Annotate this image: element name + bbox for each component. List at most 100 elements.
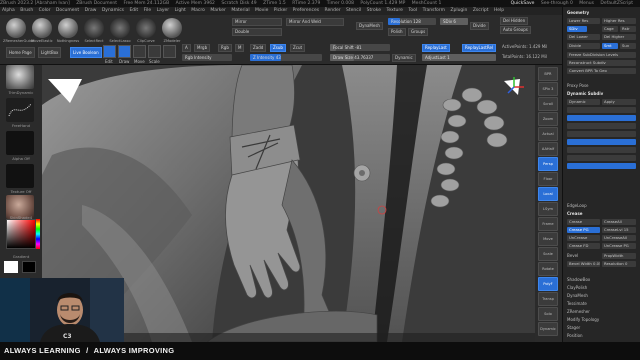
menu-file[interactable]: File [144, 8, 152, 13]
del-lower-button[interactable]: Del Lower [567, 34, 600, 40]
lightbox-button[interactable]: LightBox [38, 47, 62, 58]
dynamic-subdiv-header[interactable]: Dynamic Subdiv [567, 91, 637, 97]
menu-layer[interactable]: Layer [157, 8, 170, 13]
tessimate-header[interactable]: Tessimate [567, 301, 637, 307]
geometry-header[interactable]: Geometry [567, 10, 637, 16]
resolution-palette-slider[interactable]: Resolution 0 [602, 261, 636, 267]
move-view-button[interactable]: Move [538, 232, 558, 246]
color-picker[interactable] [6, 219, 36, 249]
mirror-button[interactable]: Mirror [232, 18, 282, 26]
position-header[interactable]: Position [567, 333, 637, 339]
menu-zplugin[interactable]: Zplugin [450, 8, 467, 13]
subdiv-slider-6[interactable] [567, 147, 636, 153]
menu-tool[interactable]: Tool [408, 8, 417, 13]
local-button[interactable]: Local [538, 187, 558, 201]
transp-button[interactable]: Transp [538, 292, 558, 306]
edit-button[interactable] [103, 45, 116, 58]
adjust-last-slider[interactable]: AdjustLast 1 [422, 54, 496, 61]
stager-header[interactable]: Stager [567, 325, 637, 331]
sdiv-slider[interactable]: SDiv 6 [440, 18, 468, 25]
subdiv-slider-3[interactable] [567, 123, 636, 129]
persp-button[interactable]: Persp [538, 157, 558, 171]
alpha-selector-icon[interactable] [6, 131, 34, 155]
dynamesh-header[interactable]: DynaMesh [567, 293, 637, 299]
frame-button[interactable]: Frame [538, 217, 558, 231]
menu-macro[interactable]: Macro [191, 8, 205, 13]
higher-res-button[interactable]: Higher Res [602, 18, 636, 24]
menu-help[interactable]: Help [494, 8, 504, 13]
crease-header[interactable]: Crease [567, 211, 637, 217]
menu-movie[interactable]: Movie [255, 8, 268, 13]
replay-last-rel-button[interactable]: ReplayLastRel [462, 44, 497, 52]
subdiv-slider-8[interactable] [567, 163, 636, 169]
nothingness-brush-icon[interactable] [58, 18, 78, 38]
see-through-slider[interactable]: See-through 0 [541, 1, 573, 6]
clipcurve-icon[interactable] [136, 18, 156, 38]
zremesher-header[interactable]: ZRemesher [567, 309, 637, 315]
apply-button[interactable]: Apply [602, 99, 636, 105]
mrgb-button[interactable]: Mrgb [194, 44, 211, 52]
menu-stencil[interactable]: Stencil [346, 8, 361, 13]
groups-button[interactable]: Groups [408, 28, 429, 36]
resolution-slider[interactable]: Resolution 128 [388, 18, 436, 25]
modify-topology-header[interactable]: Modify Topology [567, 317, 637, 323]
freeze-subdiv-button[interactable]: Freeze SubDivision Levels [567, 52, 636, 58]
zremesherguide-brush-icon[interactable] [6, 18, 26, 38]
scale-view-button[interactable]: Scale [538, 247, 558, 261]
sdiv-slider-palette[interactable]: SDiv [567, 26, 587, 32]
menu-draw[interactable]: Draw [85, 8, 97, 13]
reconstruct-subdiv-button[interactable]: Reconstruct Subdiv [567, 60, 636, 66]
crease-lvl-slider[interactable]: CreaseLvl 15 [602, 227, 636, 233]
rstr-button[interactable]: Rstr [620, 26, 636, 32]
del-hidden-button[interactable]: Del Hidden [500, 17, 529, 25]
menu-color[interactable]: Color [39, 8, 51, 13]
draw-size-slider[interactable]: Draw Size 43.76337 [330, 54, 390, 61]
subdiv-slider-2[interactable] [567, 115, 636, 121]
auto-groups-button[interactable]: Auto Groups [500, 26, 531, 34]
menu-picker[interactable]: Picker [274, 8, 287, 13]
menu-texture[interactable]: Texture [386, 8, 402, 13]
menu-light[interactable]: Light [175, 8, 186, 13]
divide-button[interactable]: Divide [470, 22, 489, 30]
crease-all-button[interactable]: CreaseAll [602, 219, 636, 225]
uncrease-button[interactable]: UnCrease [567, 235, 600, 241]
proxy-pose-header[interactable]: Proxy Pose [567, 83, 637, 89]
menu-preferences[interactable]: Preferences [293, 8, 319, 13]
menu-edit[interactable]: Edit [129, 8, 138, 13]
subdiv-slider-4[interactable] [567, 131, 636, 137]
shadowbox-header[interactable]: ShadowBox [567, 277, 637, 283]
smt-toggle[interactable]: Smt [602, 43, 618, 49]
polish-button[interactable]: Polish [388, 28, 406, 36]
focal-shift-slider[interactable]: Focal Shift -81 [330, 44, 390, 51]
crease-button[interactable]: Crease [567, 219, 600, 225]
selectlasso-icon[interactable] [110, 18, 130, 38]
draw-button[interactable] [118, 45, 131, 58]
floor-button[interactable]: Floor [538, 172, 558, 186]
crease-fd-button[interactable]: Crease FD [567, 243, 600, 249]
suv-toggle[interactable]: Suv [620, 43, 636, 49]
menu-marker[interactable]: Marker [210, 8, 226, 13]
menu-transform[interactable]: Transform [423, 8, 445, 13]
z-intensity-slider[interactable]: Z Intensity 43 [250, 54, 322, 61]
crease-pg-button[interactable]: Crease PG [567, 227, 600, 233]
menu-dynamics[interactable]: Dynamics [102, 8, 124, 13]
home-page-button[interactable]: Home Page [6, 47, 35, 58]
hue-strip[interactable] [36, 219, 40, 249]
dynamic-subdiv-toggle[interactable]: Dynamic [567, 99, 600, 105]
spix-button[interactable]: SPix 3 [538, 82, 558, 96]
scroll-button[interactable]: Scroll [538, 97, 558, 111]
bevel-width-slider[interactable]: Bevel Width 0.05 [567, 261, 600, 267]
selectrect-icon[interactable] [84, 18, 104, 38]
uncrease-all-button[interactable]: UnCreaseAll [602, 235, 636, 241]
convert-bpr-button[interactable]: Convert BPR To Geo [567, 68, 636, 74]
replay-last-button[interactable]: ReplayLast [422, 44, 450, 52]
main-color-swatch[interactable] [4, 261, 18, 273]
actual-button[interactable]: Actual [538, 127, 558, 141]
dynamic-button[interactable]: Dynamic [392, 54, 416, 62]
del-higher-button[interactable]: Del Higher [602, 34, 636, 40]
mirror-and-weld-button[interactable]: Mirror And Weld [286, 18, 344, 26]
uncrease-pg-button[interactable]: UnCrease PG [602, 243, 636, 249]
menu-document[interactable]: Document [56, 8, 79, 13]
a-button[interactable]: A [182, 44, 191, 52]
lsym-button[interactable]: LSym [538, 202, 558, 216]
